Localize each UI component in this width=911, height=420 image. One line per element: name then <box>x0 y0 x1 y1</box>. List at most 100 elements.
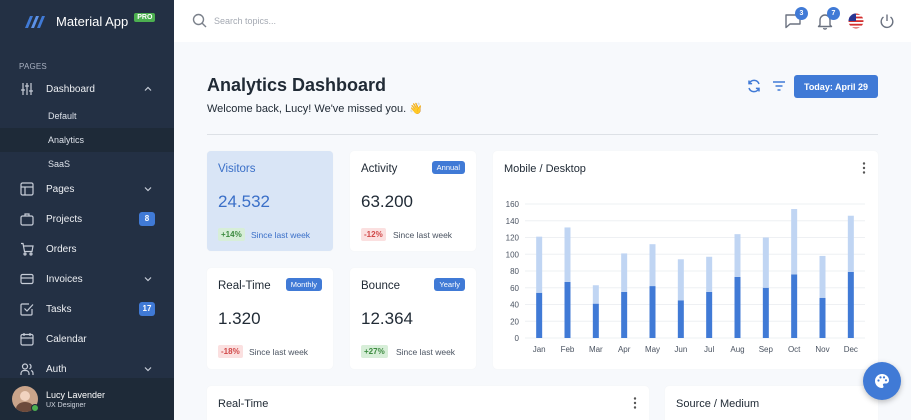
y-tick-label: 80 <box>510 267 519 276</box>
y-tick-label: 0 <box>515 334 520 343</box>
x-tick-label: Oct <box>788 345 801 354</box>
sidebar-item-label: Invoices <box>46 273 83 285</box>
bar-segment-1[interactable] <box>706 291 713 338</box>
bar-segment-1[interactable] <box>791 274 798 338</box>
x-tick-label: May <box>645 345 660 354</box>
brand-logo-icon <box>25 16 45 28</box>
sidebar-item-orders[interactable]: Orders <box>0 234 174 264</box>
sidebar-item-label: Auth <box>46 363 67 375</box>
y-tick-label: 60 <box>510 284 519 293</box>
y-tick-label: 160 <box>506 200 520 209</box>
date-button[interactable]: Today: April 29 <box>794 75 878 98</box>
sidebar-item-label: Calendar <box>46 333 87 345</box>
bar-segment-2[interactable] <box>762 237 769 288</box>
sidebar-item-pages[interactable]: Pages <box>0 174 174 204</box>
sidebar: Material App PRO PAGES Dashboard Default… <box>0 0 174 420</box>
notifications-button[interactable]: 7 <box>816 7 840 30</box>
stat-card-bounce: Bounce Yearly 12.364 +27% Since last wee… <box>350 268 476 369</box>
bar-segment-2[interactable] <box>819 255 826 298</box>
sidebar-subitem-saas[interactable]: SaaS <box>0 152 174 176</box>
realtime-card: Real-Time <box>207 386 649 420</box>
bar-segment-2[interactable] <box>536 236 543 293</box>
users-icon <box>20 363 34 375</box>
brand-name: Material App <box>56 13 129 29</box>
bar-segment-1[interactable] <box>677 300 684 338</box>
bar-segment-1[interactable] <box>847 271 854 338</box>
user-info: Lucy Lavender UX Designer <box>46 390 105 409</box>
bar-segment-1[interactable] <box>762 287 769 338</box>
search-input[interactable] <box>214 13 414 29</box>
y-tick-label: 20 <box>510 317 519 326</box>
bar-segment-1[interactable] <box>621 291 628 338</box>
calendar-icon <box>20 333 34 346</box>
stat-since: Since last week <box>251 230 311 240</box>
stat-value: 24.532 <box>218 192 270 211</box>
source-medium-card: Source / Medium <box>665 386 878 420</box>
check-square-icon <box>20 303 34 316</box>
user-profile[interactable]: Lucy Lavender UX Designer <box>0 378 174 420</box>
chevron-up-icon <box>144 86 152 91</box>
bar-segment-2[interactable] <box>706 256 713 292</box>
briefcase-icon <box>20 213 34 226</box>
stat-since: Since last week <box>249 347 309 357</box>
stat-percent: +14% <box>218 228 245 241</box>
refresh-icon[interactable] <box>746 78 762 94</box>
bar-segment-2[interactable] <box>649 244 656 287</box>
messages-button[interactable]: 3 <box>784 7 808 30</box>
sidebar-item-label: Dashboard <box>46 83 95 95</box>
bar-segment-2[interactable] <box>847 215 854 272</box>
bar-segment-2[interactable] <box>621 253 628 292</box>
language-button[interactable] <box>848 12 866 30</box>
sidebar-item-label: Orders <box>46 243 77 255</box>
section-pages-label: PAGES <box>19 62 47 71</box>
x-tick-label: Aug <box>730 345 744 354</box>
x-tick-label: Jul <box>704 345 714 354</box>
x-tick-label: Feb <box>561 345 575 354</box>
theme-settings-button[interactable] <box>863 362 901 400</box>
sidebar-item-label: Pages <box>46 183 75 195</box>
chevron-down-icon <box>144 367 152 372</box>
divider <box>207 134 878 135</box>
sidebar-subitem-analytics[interactable]: Analytics <box>0 128 174 152</box>
stat-title: Activity <box>361 163 398 175</box>
bar-segment-1[interactable] <box>649 286 656 338</box>
bar-segment-2[interactable] <box>592 285 599 304</box>
sidebar-item-tasks[interactable]: Tasks 17 <box>0 294 174 324</box>
bar-segment-2[interactable] <box>791 209 798 275</box>
power-button[interactable] <box>879 12 897 30</box>
x-tick-label: Mar <box>589 345 603 354</box>
more-vertical-icon[interactable] <box>633 397 637 409</box>
bar-segment-1[interactable] <box>564 281 571 338</box>
card-title: Real-Time <box>218 398 269 410</box>
notifications-count-badge: 7 <box>827 7 840 20</box>
subitem-label: SaaS <box>48 159 71 169</box>
subitem-label: Default <box>48 111 77 121</box>
sidebar-item-calendar[interactable]: Calendar <box>0 324 174 354</box>
stat-percent: -18% <box>218 345 243 358</box>
sidebar-item-invoices[interactable]: Invoices <box>0 264 174 294</box>
messages-count-badge: 3 <box>795 7 808 20</box>
power-icon <box>880 14 894 29</box>
stat-since: Since last week <box>396 347 456 357</box>
card-title: Source / Medium <box>676 398 760 410</box>
period-chip: Monthly <box>285 278 322 291</box>
bar-segment-2[interactable] <box>677 259 684 301</box>
page-title: Analytics Dashboard <box>207 75 387 95</box>
bar-segment-1[interactable] <box>592 303 599 338</box>
us-flag-icon <box>848 13 864 29</box>
topbar: 3 7 <box>174 0 911 42</box>
bar-segment-2[interactable] <box>564 227 571 282</box>
bar-segment-1[interactable] <box>734 276 741 338</box>
stat-value: 63.200 <box>361 192 413 211</box>
filter-icon[interactable] <box>771 78 787 94</box>
sidebar-item-projects[interactable]: Projects 8 <box>0 204 174 234</box>
bar-segment-1[interactable] <box>536 292 543 338</box>
sidebar-subitem-default[interactable]: Default <box>0 104 174 128</box>
bar-segment-2[interactable] <box>734 234 741 277</box>
sidebar-item-dashboard[interactable]: Dashboard <box>0 74 174 104</box>
bar-segment-1[interactable] <box>819 297 826 338</box>
stat-since: Since last week <box>393 230 453 240</box>
pro-badge: PRO <box>134 12 156 22</box>
brand[interactable]: Material App PRO <box>0 0 174 42</box>
search-icon <box>192 13 207 28</box>
